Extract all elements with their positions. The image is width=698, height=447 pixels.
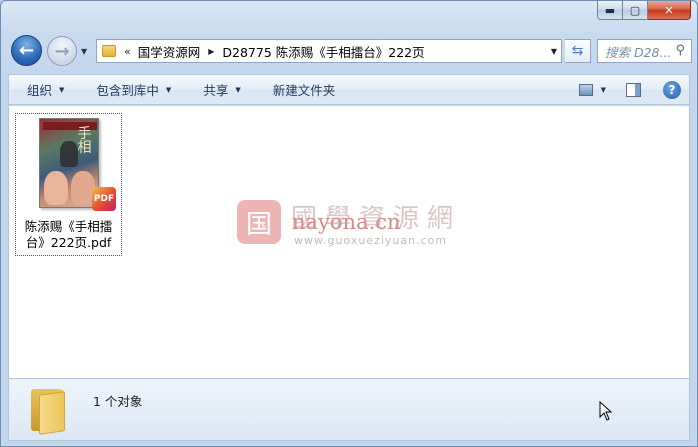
watermark-seal: 国 xyxy=(237,200,281,244)
breadcrumb-separator-icon[interactable]: ▶ xyxy=(208,47,214,56)
share-label: 共享 xyxy=(203,83,229,98)
refresh-button[interactable]: ⇆ xyxy=(565,39,591,63)
search-placeholder: 搜索 D28... xyxy=(605,44,672,60)
folder-icon xyxy=(31,387,67,435)
file-name: 陈添赐《手相擂台》222页.pdf xyxy=(24,219,113,250)
folder-icon xyxy=(102,45,116,57)
thumbnail-right-palm xyxy=(70,171,95,205)
pdf-icon: PDF xyxy=(92,187,116,211)
preview-pane-icon[interactable] xyxy=(626,83,641,97)
help-icon[interactable]: ? xyxy=(663,81,681,99)
close-button[interactable]: ✕ xyxy=(648,1,691,20)
navigation-bar: ← → ▼ « 国学资源网 ▶ D28775 陈添赐《手相擂台》222页 ▼ ⇆… xyxy=(9,33,692,67)
breadcrumb-current[interactable]: D28775 陈添赐《手相擂台》222页 xyxy=(222,42,424,61)
breadcrumb-root[interactable]: 国学资源网 xyxy=(138,42,201,61)
share-button[interactable]: 共享 ▼ xyxy=(181,80,250,99)
item-count: 1 个对象 xyxy=(93,394,143,409)
caption-buttons: ▬ ▢ ✕ xyxy=(597,1,691,21)
file-list-area[interactable]: 手相 PDF 陈添赐《手相擂台》222页.pdf 国 國學資源網 nayona.… xyxy=(8,106,690,378)
search-icon[interactable]: ⚲ xyxy=(675,43,685,58)
watermark-url: www.guoxueziyuan.com xyxy=(294,234,448,247)
watermark-english: nayona.cn xyxy=(292,210,401,234)
address-bar[interactable]: « 国学资源网 ▶ D28775 陈添赐《手相擂台》222页 ▼ xyxy=(96,39,562,63)
organize-label: 组织 xyxy=(27,83,53,98)
search-input[interactable]: 搜索 D28... ⚲ xyxy=(597,39,692,63)
overflow-chevron-icon[interactable]: « xyxy=(124,45,131,58)
new-folder-label: 新建文件夹 xyxy=(272,83,336,98)
mouse-cursor-icon xyxy=(599,401,613,421)
watermark: 国 國學資源網 nayona.cn www.guoxueziyuan.com xyxy=(237,198,477,254)
include-in-library-label: 包含到库中 xyxy=(96,83,159,98)
include-in-library-button[interactable]: 包含到库中 ▼ xyxy=(74,80,181,99)
file-item[interactable]: 手相 PDF 陈添赐《手相擂台》222页.pdf xyxy=(15,113,122,256)
minimize-button[interactable]: ▬ xyxy=(597,1,623,20)
pdf-thumbnail: 手相 xyxy=(38,118,99,208)
organize-menu-button[interactable]: 组织 ▼ xyxy=(9,80,74,99)
thumbnail-left-palm xyxy=(43,171,68,205)
view-options-chevron-icon[interactable]: ▼ xyxy=(601,86,606,94)
chevron-down-icon: ▼ xyxy=(235,85,241,94)
chevron-down-icon: ▼ xyxy=(59,85,65,94)
forward-button[interactable]: → xyxy=(47,36,77,66)
address-dropdown-icon[interactable]: ▼ xyxy=(551,47,557,56)
recent-pages-dropdown-icon[interactable]: ▼ xyxy=(81,47,87,56)
maximize-button[interactable]: ▢ xyxy=(623,1,648,20)
thumbnail-figure xyxy=(59,141,78,167)
change-view-icon[interactable] xyxy=(578,84,593,96)
details-pane: 1 个对象 xyxy=(8,378,690,441)
back-button[interactable]: ← xyxy=(11,35,42,66)
folder-front xyxy=(39,391,65,435)
command-bar: 组织 ▼ 包含到库中 ▼ 共享 ▼ 新建文件夹 ▼ ? xyxy=(8,74,690,105)
new-folder-button[interactable]: 新建文件夹 xyxy=(251,80,346,99)
explorer-window: ▬ ▢ ✕ ← → ▼ « 国学资源网 ▶ D28775 陈添赐《手相擂台》22… xyxy=(0,0,698,447)
chevron-down-icon: ▼ xyxy=(165,85,172,94)
thumbnail-title: 手相 xyxy=(77,126,92,156)
view-controls: ▼ ? xyxy=(578,81,681,99)
